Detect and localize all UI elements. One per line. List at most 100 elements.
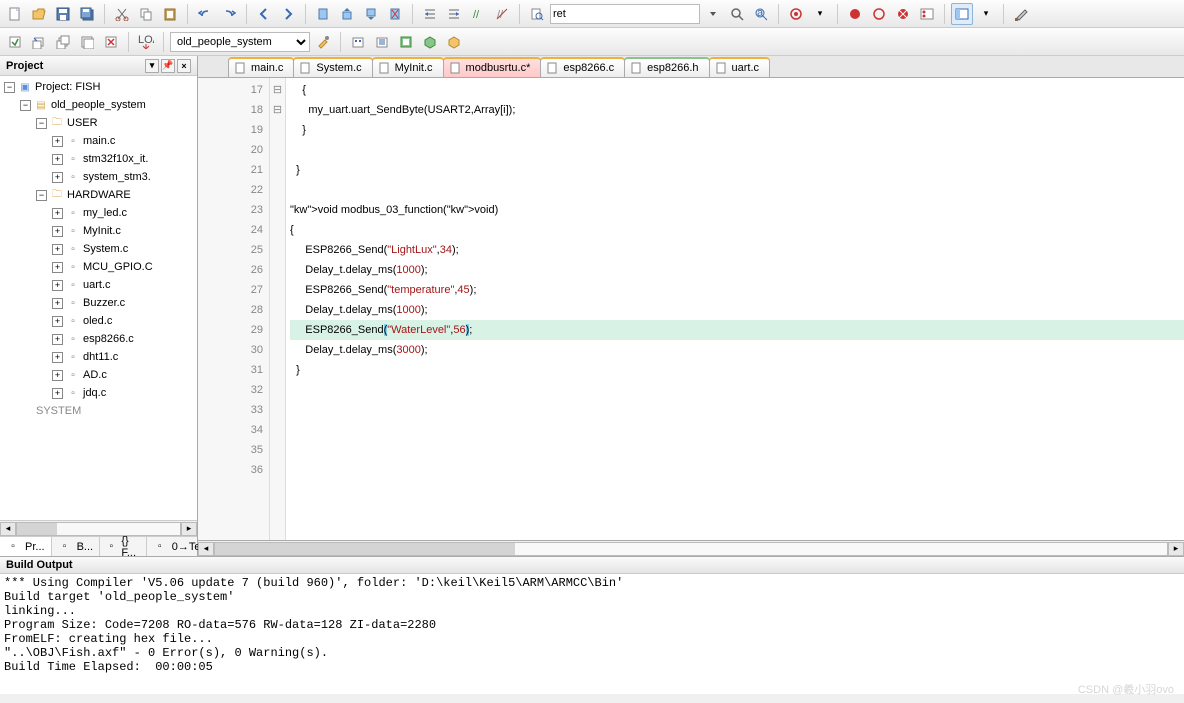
expand-icon[interactable]: +	[52, 370, 63, 381]
manage-multi-button[interactable]	[371, 31, 393, 53]
tree-node[interactable]: +▫dht11.c	[2, 348, 195, 366]
code-line[interactable]: ESP8266_Send("temperature",45);	[290, 280, 1184, 300]
file-tab[interactable]: System.c	[293, 57, 372, 77]
fold-column[interactable]: ⊟⊟	[270, 78, 286, 540]
tree-node[interactable]: −▤old_people_system	[2, 96, 195, 114]
file-tab[interactable]: esp8266.c	[540, 57, 625, 77]
breakpoint-disable-button[interactable]	[868, 3, 890, 25]
translate-button[interactable]	[4, 31, 26, 53]
expand-icon[interactable]: +	[52, 262, 63, 273]
file-tab[interactable]: MyInit.c	[372, 57, 444, 77]
target-combo[interactable]: old_people_system	[170, 32, 310, 52]
paste-button[interactable]	[159, 3, 181, 25]
configure-button[interactable]	[1010, 3, 1032, 25]
tree-node[interactable]: +▫main.c	[2, 132, 195, 150]
comment-button[interactable]: //	[467, 3, 489, 25]
build-output-content[interactable]: *** Using Compiler 'V5.06 update 7 (buil…	[0, 574, 1184, 694]
project-bottom-tab[interactable]: ▫Pr...	[0, 537, 52, 556]
debug-dropdown-button[interactable]: ▾	[809, 3, 831, 25]
tree-node[interactable]: −▣Project: FISH	[2, 78, 195, 96]
redo-button[interactable]	[218, 3, 240, 25]
tree-node[interactable]: +▫esp8266.c	[2, 330, 195, 348]
debug-button[interactable]	[785, 3, 807, 25]
build-button[interactable]	[28, 31, 50, 53]
code-editor[interactable]: 1718192021222324252627282930313233343536…	[198, 78, 1184, 540]
indent-button[interactable]	[419, 3, 441, 25]
editor-hscroll[interactable]: ◂ ▸	[198, 540, 1184, 556]
save-button[interactable]	[52, 3, 74, 25]
project-bottom-tab[interactable]: ▫B...	[52, 537, 101, 556]
code-line[interactable]: }	[290, 120, 1184, 140]
tree-hscroll[interactable]: ◂ ▸	[0, 520, 197, 536]
code-line[interactable]	[290, 440, 1184, 460]
expand-icon[interactable]: −	[36, 118, 47, 129]
fold-marker[interactable]: ⊟	[270, 100, 285, 120]
scroll-left-button[interactable]: ◂	[198, 542, 214, 556]
code-line[interactable]: }	[290, 160, 1184, 180]
expand-icon[interactable]: −	[4, 82, 15, 93]
code-line[interactable]	[290, 460, 1184, 480]
scroll-left-button[interactable]: ◂	[0, 522, 16, 536]
incremental-find-button[interactable]: a	[750, 3, 772, 25]
open-file-button[interactable]	[28, 3, 50, 25]
code-line[interactable]: Delay_t.delay_ms(1000);	[290, 300, 1184, 320]
search-dropdown-button[interactable]	[702, 3, 724, 25]
new-file-button[interactable]	[4, 3, 26, 25]
code-line[interactable]	[290, 380, 1184, 400]
expand-icon[interactable]: +	[52, 352, 63, 363]
tree-node[interactable]: +▫jdq.c	[2, 384, 195, 402]
code-line[interactable]: Delay_t.delay_ms(1000);	[290, 260, 1184, 280]
file-tab[interactable]: modbusrtu.c*	[443, 57, 542, 77]
tree-node[interactable]: +▫Buzzer.c	[2, 294, 195, 312]
expand-icon[interactable]: −	[20, 100, 31, 111]
expand-icon[interactable]: +	[52, 244, 63, 255]
manage-project-button[interactable]	[347, 31, 369, 53]
file-tab[interactable]: main.c	[228, 57, 294, 77]
code-line[interactable]: }	[290, 360, 1184, 380]
scroll-right-button[interactable]: ▸	[1168, 542, 1184, 556]
tree-node[interactable]: +▫MyInit.c	[2, 222, 195, 240]
uncomment-button[interactable]: //	[491, 3, 513, 25]
window-dropdown-button[interactable]: ▾	[975, 3, 997, 25]
scroll-thumb[interactable]	[17, 523, 57, 535]
manage-rte-button[interactable]	[395, 31, 417, 53]
code-line[interactable]	[290, 400, 1184, 420]
panel-close-button[interactable]: ×	[177, 59, 191, 73]
code-line[interactable]: {	[290, 220, 1184, 240]
expand-icon[interactable]: +	[52, 172, 63, 183]
panel-pin-button[interactable]: 📌	[161, 59, 175, 73]
code-line[interactable]: {	[290, 80, 1184, 100]
code-line[interactable]: Delay_t.delay_ms(3000);	[290, 340, 1184, 360]
bookmark-toggle-button[interactable]	[312, 3, 334, 25]
expand-icon[interactable]: +	[52, 136, 63, 147]
bookmark-prev-button[interactable]	[336, 3, 358, 25]
expand-icon[interactable]: −	[36, 190, 47, 201]
code-line[interactable]: my_uart.uart_SendByte(USART2,Array[i]);	[290, 100, 1184, 120]
stop-build-button[interactable]	[100, 31, 122, 53]
tree-node[interactable]: +▫MCU_GPIO.C	[2, 258, 195, 276]
code-line[interactable]: ESP8266_Send("LightLux",34);	[290, 240, 1184, 260]
pack-installer-button[interactable]	[443, 31, 465, 53]
batch-build-button[interactable]	[76, 31, 98, 53]
expand-icon[interactable]: +	[52, 316, 63, 327]
file-tab[interactable]: uart.c	[709, 57, 771, 77]
code-line[interactable]	[290, 180, 1184, 200]
breakpoint-button[interactable]	[844, 3, 866, 25]
code-line[interactable]	[290, 420, 1184, 440]
code-line[interactable]: "kw">void modbus_03_function("kw">void)	[290, 200, 1184, 220]
project-tree[interactable]: −▣Project: FISH−▤old_people_system−🗀USER…	[0, 76, 197, 520]
select-packs-button[interactable]	[419, 31, 441, 53]
tree-node[interactable]: +▫stm32f10x_it.	[2, 150, 195, 168]
project-bottom-tab[interactable]: ▫{} F...	[100, 537, 147, 556]
tree-node[interactable]: +▫my_led.c	[2, 204, 195, 222]
expand-icon[interactable]: +	[52, 388, 63, 399]
code-line[interactable]: ESP8266_Send("WaterLevel",56);	[290, 320, 1184, 340]
find-button[interactable]	[726, 3, 748, 25]
expand-icon[interactable]: +	[52, 154, 63, 165]
nav-back-button[interactable]	[253, 3, 275, 25]
find-in-files-button[interactable]	[526, 3, 548, 25]
expand-icon[interactable]: +	[52, 334, 63, 345]
panel-menu-button[interactable]: ▾	[145, 59, 159, 73]
tree-node[interactable]: +▫oled.c	[2, 312, 195, 330]
tree-node[interactable]: +▫uart.c	[2, 276, 195, 294]
